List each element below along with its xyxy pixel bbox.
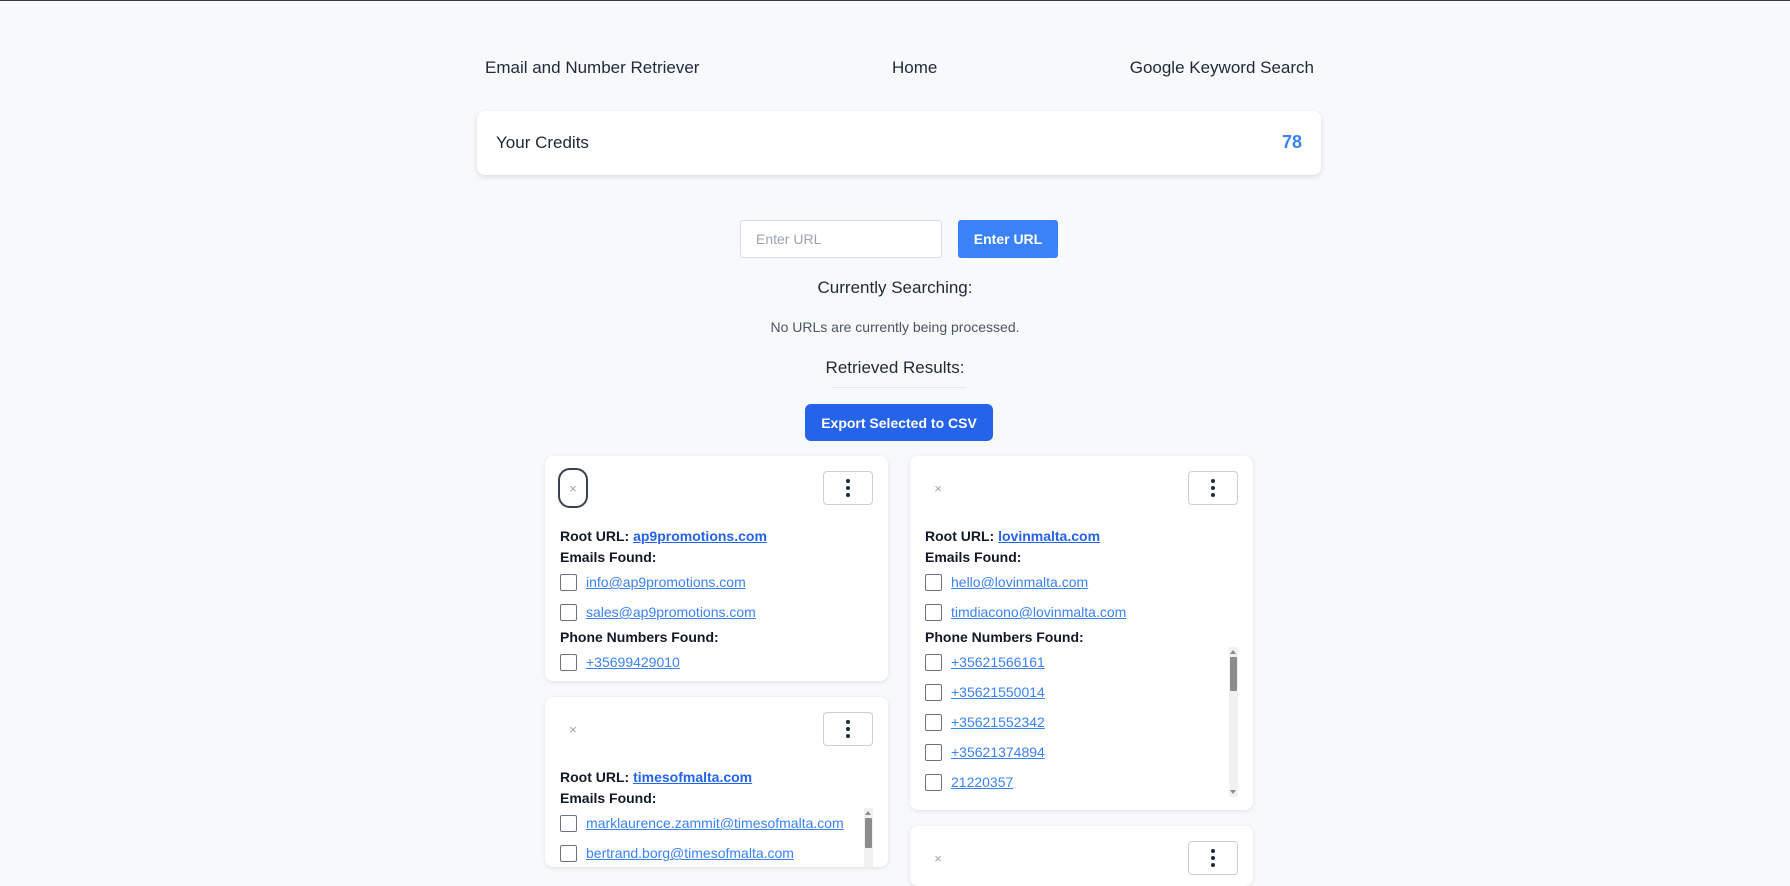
card-content: Root URL: lovinmalta.com Emails Found: h…	[925, 525, 1238, 797]
phones-found-label: Phone Numbers Found:	[560, 629, 719, 645]
emails-found-label: Emails Found:	[560, 790, 657, 806]
credits-label: Your Credits	[496, 133, 589, 152]
card-content: Root URL: ap9promotions.com Emails Found…	[560, 525, 873, 677]
phone-link[interactable]: 21220357	[951, 774, 1013, 790]
list-item: marklaurence.zammit@timesofmalta.com	[560, 808, 873, 838]
checkbox[interactable]	[560, 844, 577, 862]
checkbox[interactable]	[925, 573, 942, 591]
root-url-label: Root URL:	[925, 528, 995, 544]
phones-scroll-list[interactable]: +35621566161 +35621550014 +35621552342 +…	[925, 647, 1238, 797]
retrieved-results-heading: Retrieved Results:	[825, 358, 965, 377]
nav-link-email-retriever[interactable]: Email and Number Retriever	[485, 58, 699, 78]
result-card: × Root URL: lovinmalta.com Emails Found:…	[910, 456, 1253, 810]
emails-scrollbar[interactable]	[864, 808, 873, 867]
export-csv-button[interactable]: Export Selected to CSV	[805, 404, 993, 441]
scroll-up-icon[interactable]	[1230, 650, 1236, 654]
phone-link[interactable]: +35621566161	[951, 654, 1045, 670]
result-card: ×	[910, 826, 1253, 886]
phones-scrollbar[interactable]	[1229, 647, 1238, 797]
list-item: +35621552342	[925, 707, 1238, 737]
currently-searching-heading: Currently Searching:	[817, 278, 973, 297]
checkbox[interactable]	[560, 603, 577, 621]
scrollbar-thumb[interactable]	[1230, 657, 1237, 691]
checkbox[interactable]	[560, 573, 577, 591]
root-url-line: Root URL: ap9promotions.com	[560, 525, 873, 547]
nav-link-home[interactable]: Home	[892, 58, 937, 78]
result-card: × Root URL: ap9promotions.com Emails Fou…	[545, 456, 888, 681]
list-item: info@ap9promotions.com	[560, 567, 873, 597]
root-url-link[interactable]: timesofmalta.com	[633, 769, 752, 785]
enter-url-button[interactable]: Enter URL	[958, 220, 1058, 258]
result-card: × Root URL: timesofmalta.com Emails Foun…	[545, 697, 888, 867]
list-item: sales@ap9promotions.com	[560, 597, 873, 627]
emails-scroll-list[interactable]: marklaurence.zammit@timesofmalta.com ber…	[560, 808, 873, 867]
root-url-label: Root URL:	[560, 528, 630, 544]
nav-link-google-keyword-search[interactable]: Google Keyword Search	[1130, 58, 1314, 78]
root-url-line: Root URL: lovinmalta.com	[925, 525, 1238, 547]
root-url-label: Root URL:	[560, 769, 630, 785]
email-link[interactable]: marklaurence.zammit@timesofmalta.com	[586, 815, 844, 831]
emails-found-label: Emails Found:	[560, 549, 657, 565]
email-link[interactable]: bertrand.borg@timesofmalta.com	[586, 845, 794, 861]
phone-link[interactable]: +35621374894	[951, 744, 1045, 760]
card-content: Root URL: timesofmalta.com Emails Found:…	[560, 766, 873, 867]
more-vertical-icon	[846, 720, 850, 738]
more-vertical-icon	[1211, 849, 1215, 867]
checkbox[interactable]	[925, 683, 942, 701]
list-item: hello@lovinmalta.com	[925, 567, 1238, 597]
url-input[interactable]	[740, 220, 942, 258]
close-icon[interactable]: ×	[923, 838, 953, 878]
results-divider	[831, 387, 966, 388]
card-menu-button[interactable]	[1188, 471, 1238, 505]
email-link[interactable]: sales@ap9promotions.com	[586, 604, 756, 620]
root-url-link[interactable]: ap9promotions.com	[633, 528, 767, 544]
more-vertical-icon	[846, 479, 850, 497]
card-menu-button[interactable]	[823, 712, 873, 746]
phone-link[interactable]: +35621550014	[951, 684, 1045, 700]
nav-bar: Email and Number Retriever Home Google K…	[485, 58, 1314, 82]
scrollbar-thumb[interactable]	[865, 818, 872, 848]
checkbox[interactable]	[925, 743, 942, 761]
checkbox[interactable]	[925, 773, 942, 791]
list-item: 21220357	[925, 767, 1238, 797]
root-url-link[interactable]: lovinmalta.com	[998, 528, 1100, 544]
list-item: +35621374894	[925, 737, 1238, 767]
credits-value: 78	[1281, 132, 1302, 152]
checkbox[interactable]	[560, 814, 577, 832]
checkbox[interactable]	[560, 653, 577, 671]
close-icon[interactable]: ×	[558, 468, 588, 508]
email-link[interactable]: info@ap9promotions.com	[586, 574, 746, 590]
more-vertical-icon	[1211, 479, 1215, 497]
card-menu-button[interactable]	[1188, 841, 1238, 875]
phone-link[interactable]: +35699429010	[586, 654, 680, 670]
phone-link[interactable]: +35621552342	[951, 714, 1045, 730]
credits-panel: Your Credits 78	[477, 111, 1321, 175]
searching-status-text: No URLs are currently being processed.	[770, 319, 1020, 335]
list-item: bertrand.borg@timesofmalta.com	[560, 838, 873, 867]
checkbox[interactable]	[925, 603, 942, 621]
checkbox[interactable]	[925, 653, 942, 671]
phones-found-label: Phone Numbers Found:	[925, 629, 1084, 645]
list-item: timdiacono@lovinmalta.com	[925, 597, 1238, 627]
list-item: +35621566161	[925, 647, 1238, 677]
scroll-up-icon[interactable]	[865, 811, 871, 815]
email-link[interactable]: timdiacono@lovinmalta.com	[951, 604, 1126, 620]
close-icon[interactable]: ×	[558, 709, 588, 749]
checkbox[interactable]	[925, 713, 942, 731]
email-link[interactable]: hello@lovinmalta.com	[951, 574, 1088, 590]
scroll-down-icon[interactable]	[1230, 790, 1236, 794]
list-item: +35621550014	[925, 677, 1238, 707]
root-url-line: Root URL: timesofmalta.com	[560, 766, 873, 788]
list-item: +35699429010	[560, 647, 873, 677]
emails-found-label: Emails Found:	[925, 549, 1022, 565]
close-icon[interactable]: ×	[923, 468, 953, 508]
card-menu-button[interactable]	[823, 471, 873, 505]
